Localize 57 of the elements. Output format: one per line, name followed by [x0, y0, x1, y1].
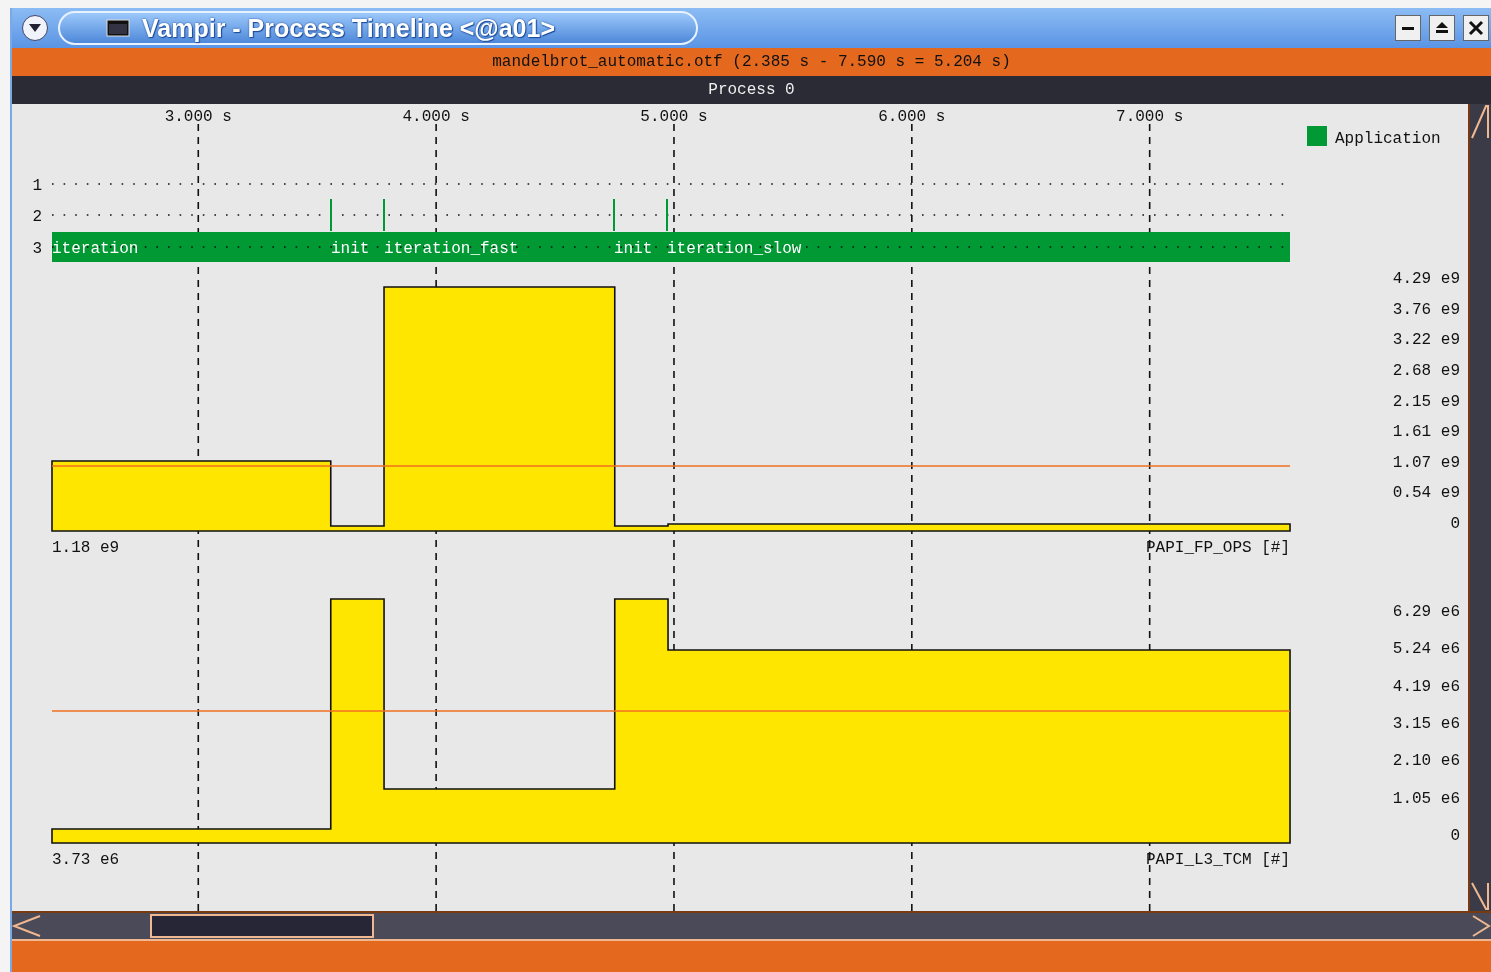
- vertical-scrollbar[interactable]: [1468, 104, 1491, 911]
- function-label: iteration_fast: [384, 240, 519, 258]
- scroll-down-icon: [1470, 881, 1490, 911]
- scale-label: 0.54 e9: [1392, 484, 1460, 503]
- scale-label: 4.29 e9: [1392, 270, 1460, 288]
- close-button[interactable]: [1463, 15, 1489, 41]
- counter-name: PAPI_L3_TCM [#]: [1146, 851, 1290, 869]
- scale-label: 2.68 e9: [1392, 361, 1460, 380]
- close-icon: [1468, 20, 1484, 36]
- function-label: iteration_slow: [667, 240, 802, 258]
- scale-label: 0: [1450, 515, 1460, 533]
- maximize-icon: [1434, 20, 1450, 36]
- scroll-right-icon: [1471, 914, 1491, 938]
- row-label: 2: [32, 208, 42, 226]
- row-label: 3: [32, 240, 42, 258]
- event-marker: [383, 199, 385, 231]
- scale-label: 3.15 e6: [1392, 715, 1460, 733]
- file-info-bar: mandelbrot_automatic.otf (2.385 s - 7.590 s = 5.204 s): [12, 48, 1491, 76]
- minimize-button[interactable]: [1395, 15, 1421, 41]
- legend-label: Application: [1335, 130, 1441, 148]
- minimize-icon: [1402, 26, 1414, 30]
- scale-label: 0: [1450, 827, 1460, 845]
- event-marker: [330, 199, 332, 231]
- scroll-up-icon: [1470, 104, 1490, 140]
- scale-label: 3.76 e9: [1392, 300, 1460, 319]
- function-label: init: [331, 240, 370, 258]
- time-label: 6.000 s: [878, 108, 946, 126]
- scrollbar-thumb[interactable]: [150, 914, 374, 938]
- window-menu-button[interactable]: [22, 15, 48, 41]
- row-label: 1: [32, 177, 42, 195]
- scale-label: 2.15 e9: [1392, 392, 1460, 411]
- time-label: 4.000 s: [402, 108, 470, 126]
- time-label: 5.000 s: [640, 108, 708, 126]
- maximize-button[interactable]: [1429, 15, 1455, 41]
- scale-label: 1.05 e6: [1392, 789, 1460, 808]
- counter-name: PAPI_FP_OPS [#]: [1146, 539, 1290, 557]
- average-label: 1.18 e9: [52, 539, 120, 557]
- scale-label: 1.07 e9: [1392, 453, 1460, 472]
- event-marker: [613, 199, 615, 231]
- scale-label: 4.19 e6: [1392, 677, 1460, 696]
- window-title: Vampir - Process Timeline <@a01>: [142, 13, 556, 43]
- scale-label: 2.10 e6: [1392, 752, 1460, 771]
- scroll-left-icon: [12, 914, 42, 938]
- function-label: iteration: [52, 240, 139, 258]
- process-header: Process 0: [12, 76, 1491, 104]
- scale-label: 3.22 e9: [1392, 331, 1460, 350]
- caret-icon: [28, 23, 42, 33]
- average-label: 3.73 e6: [52, 851, 120, 869]
- time-label: 7.000 s: [1116, 108, 1184, 126]
- function-label: init: [614, 240, 653, 258]
- horizontal-scrollbar[interactable]: [12, 911, 1491, 941]
- scale-label: 5.24 e6: [1392, 640, 1460, 659]
- window-icon: [106, 19, 130, 37]
- scale-label: 1.61 e9: [1392, 423, 1460, 442]
- scale-label: 6.29 e6: [1392, 603, 1460, 621]
- event-marker: [666, 199, 668, 231]
- time-label: 3.000 s: [164, 108, 232, 126]
